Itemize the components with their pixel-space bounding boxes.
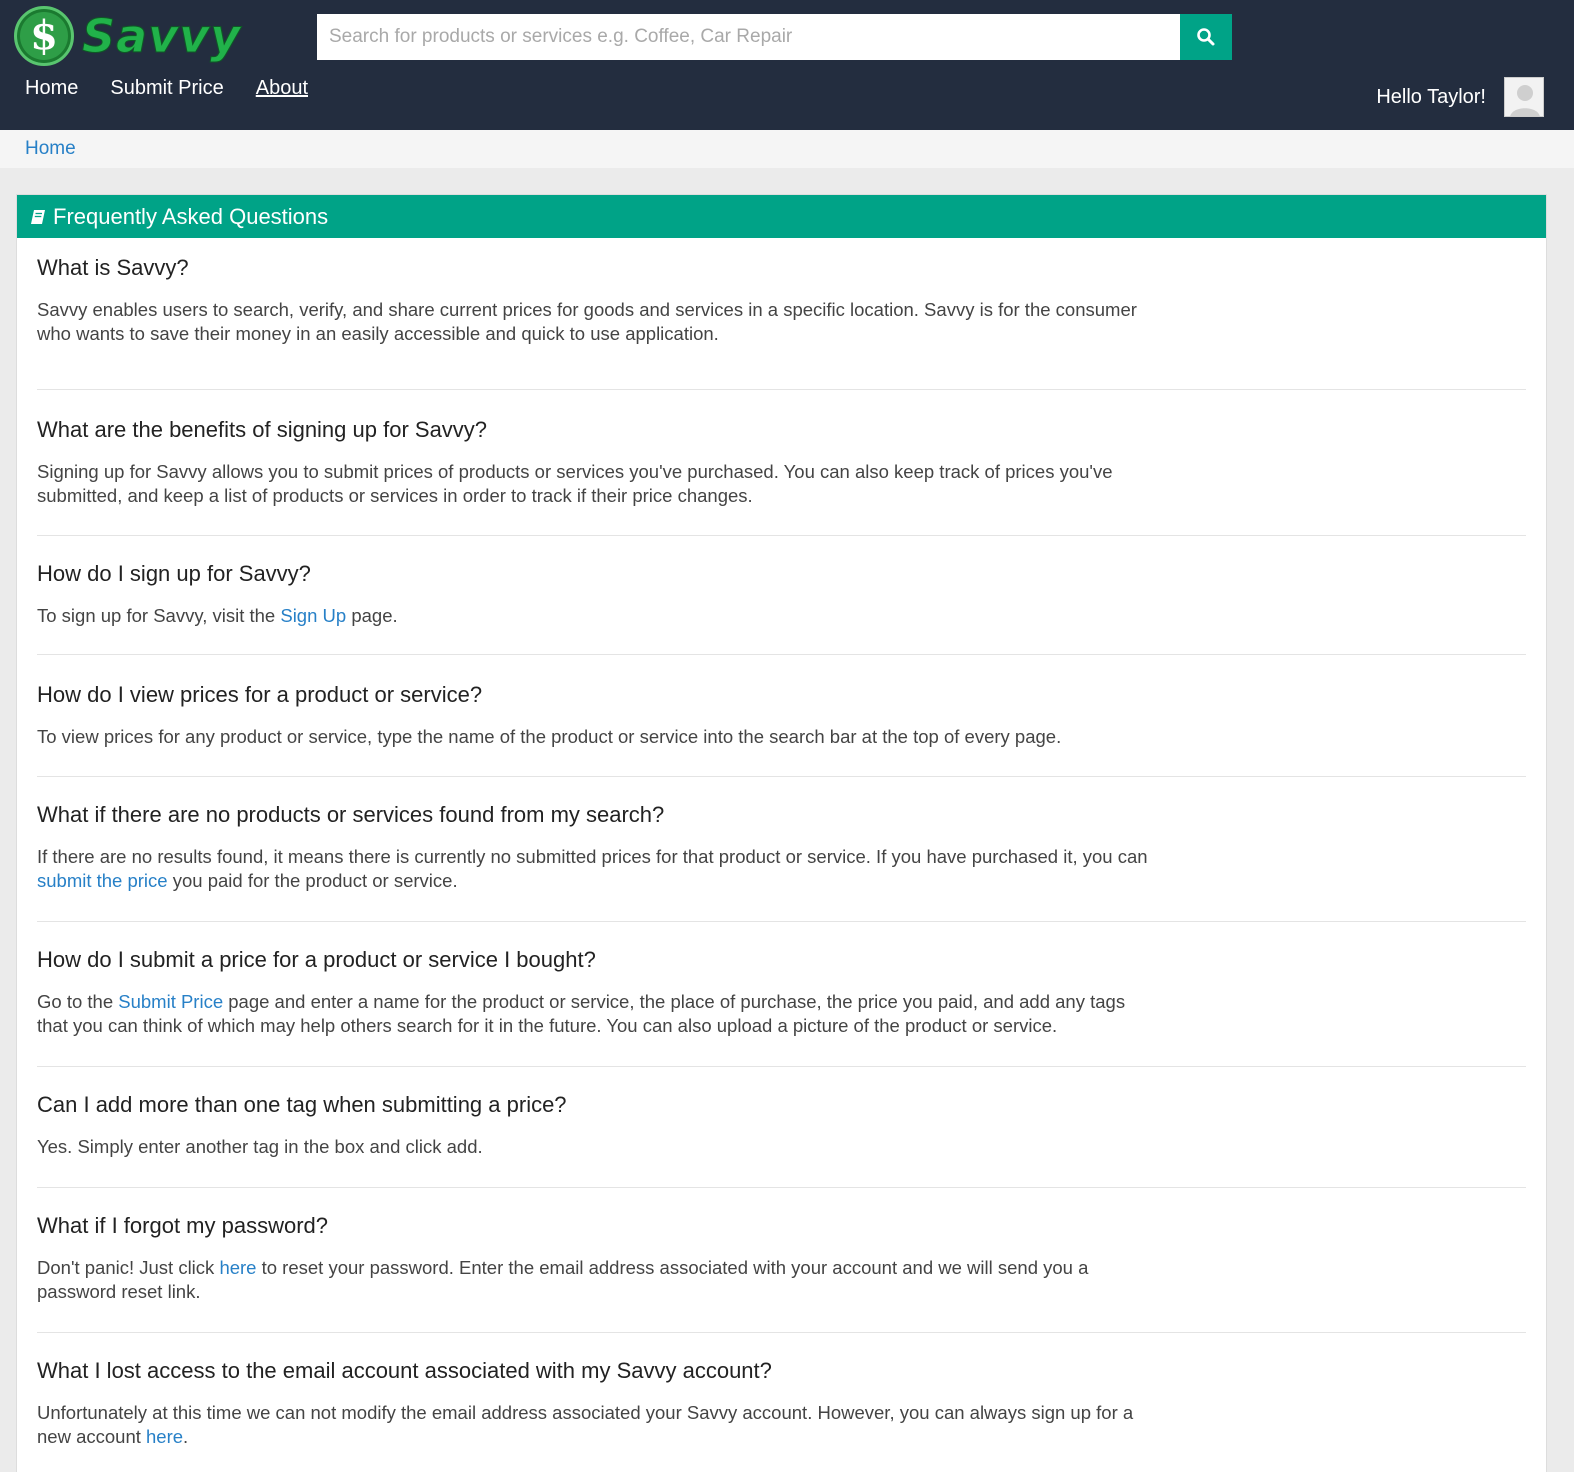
faq-question: What if I forgot my password?: [37, 1213, 328, 1238]
reset-password-link[interactable]: here: [219, 1257, 256, 1278]
faq-item: How do I sign up for Savvy? To sign up f…: [37, 536, 1526, 655]
user-greeting: Hello Taylor!: [1376, 85, 1486, 108]
faq-answer: Unfortunately at this time we can not mo…: [37, 1401, 1157, 1449]
faq-answer-text: Go to the: [37, 991, 119, 1012]
main-nav: Home Submit Price About: [25, 77, 308, 100]
user-avatar-icon[interactable]: [1504, 77, 1544, 117]
breadcrumb: Home: [0, 130, 1574, 168]
nav-home[interactable]: Home: [25, 77, 78, 100]
brand-name: Savvy: [81, 9, 242, 64]
nav-about[interactable]: About: [256, 77, 308, 100]
faq-answer-text: Yes. Simply enter another tag in the box…: [37, 1136, 483, 1157]
faq-item: Can I add more than one tag when submitt…: [37, 1067, 1526, 1188]
faq-item: What is Savvy? Savvy enables users to se…: [37, 254, 1526, 390]
search-bar: [317, 14, 1232, 60]
faq-answer-text: page.: [351, 605, 398, 626]
faq-item: How do I view prices for a product or se…: [37, 655, 1526, 777]
user-menu[interactable]: Hello Taylor!: [1376, 77, 1544, 117]
submit-price-link[interactable]: Submit Price: [118, 991, 223, 1012]
faq-answer-text: Signing up for Savvy allows you to submi…: [37, 461, 1113, 506]
nav-submit-price[interactable]: Submit Price: [110, 77, 223, 100]
faq-question: Can I add more than one tag when submitt…: [37, 1092, 567, 1117]
faq-item: What if there are no products or service…: [37, 777, 1526, 922]
faq-item: What I lost access to the email account …: [37, 1333, 1526, 1449]
faq-answer: Don't panic! Just click here to reset yo…: [37, 1256, 1157, 1304]
faq-answer: Savvy enables users to search, verify, a…: [37, 298, 1157, 346]
book-icon: [29, 208, 47, 226]
brand-symbol: $: [30, 12, 58, 59]
faq-question: How do I view prices for a product or se…: [37, 682, 483, 707]
breadcrumb-home[interactable]: Home: [25, 138, 76, 160]
faq-answer: To sign up for Savvy, visit the Sign Up …: [37, 604, 1157, 628]
faq-item: What if I forgot my password? Don't pani…: [37, 1188, 1526, 1333]
faq-panel: Frequently Asked Questions What is Savvy…: [16, 194, 1547, 1472]
faq-item: What are the benefits of signing up for …: [37, 390, 1526, 536]
faq-question: What is Savvy?: [37, 255, 189, 280]
faq-answer-text: To sign up for Savvy, visit the: [37, 605, 281, 626]
faq-answer-text: you paid for the product or service.: [172, 870, 458, 891]
faq-answer: Yes. Simply enter another tag in the box…: [37, 1135, 1157, 1159]
brand-logo[interactable]: $ Savvy: [14, 6, 241, 66]
faq-answer-text: Don't panic! Just click: [37, 1257, 220, 1278]
submit-the-price-link[interactable]: submit the price: [37, 870, 168, 891]
faq-title: Frequently Asked Questions: [53, 203, 329, 229]
faq-list: What is Savvy? Savvy enables users to se…: [17, 238, 1546, 1449]
faq-answer: To view prices for any product or servic…: [37, 725, 1157, 749]
search-input[interactable]: [317, 14, 1180, 60]
search-button[interactable]: [1180, 14, 1232, 60]
search-icon: [1197, 28, 1215, 46]
new-account-link[interactable]: here: [146, 1426, 183, 1447]
faq-question: What are the benefits of signing up for …: [37, 417, 488, 442]
faq-answer-text: Unfortunately at this time we can not mo…: [37, 1402, 1134, 1447]
faq-question: How do I submit a price for a product or…: [37, 947, 596, 972]
faq-answer-text: If there are no results found, it means …: [37, 846, 1148, 867]
faq-question: What if there are no products or service…: [37, 802, 665, 827]
top-navbar: $ Savvy Home Submit Price About Hello Ta…: [0, 0, 1574, 130]
faq-answer: If there are no results found, it means …: [37, 845, 1157, 893]
faq-answer-text: Savvy enables users to search, verify, a…: [37, 299, 1137, 344]
faq-item: How do I submit a price for a product or…: [37, 922, 1526, 1067]
sign-up-link[interactable]: Sign Up: [280, 605, 346, 626]
faq-answer: Go to the Submit Price page and enter a …: [37, 990, 1157, 1038]
faq-question: What I lost access to the email account …: [37, 1358, 772, 1383]
faq-answer-text: .: [183, 1426, 189, 1447]
faq-panel-heading: Frequently Asked Questions: [17, 195, 1546, 238]
faq-answer-text: To view prices for any product or servic…: [37, 726, 1062, 747]
faq-question: How do I sign up for Savvy?: [37, 561, 311, 586]
faq-answer: Signing up for Savvy allows you to submi…: [37, 460, 1157, 508]
dollar-coin-icon: $: [14, 6, 74, 66]
